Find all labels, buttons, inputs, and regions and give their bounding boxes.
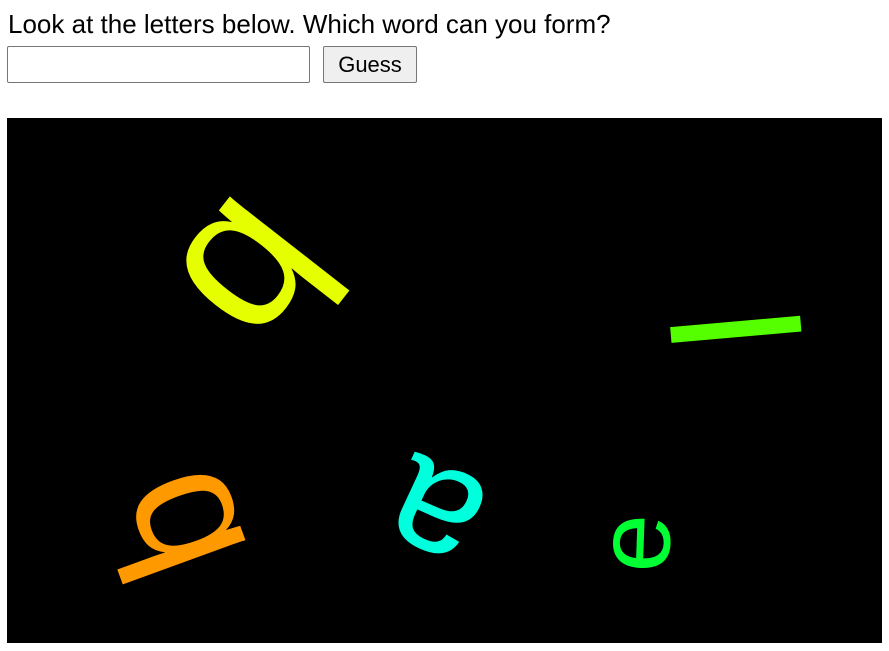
scrambled-letter: b xyxy=(130,157,388,395)
guess-button[interactable]: Guess xyxy=(323,46,417,83)
scrambled-letter: l xyxy=(637,300,842,358)
scrambled-letter: a xyxy=(353,420,510,621)
instruction-text: Look at the letters below. Which word ca… xyxy=(8,9,611,39)
scrambled-letter: b xyxy=(62,443,287,607)
letter-canvas: b l b a e xyxy=(7,118,882,643)
answer-input[interactable] xyxy=(7,46,310,83)
scrambled-letter: e xyxy=(574,511,694,575)
